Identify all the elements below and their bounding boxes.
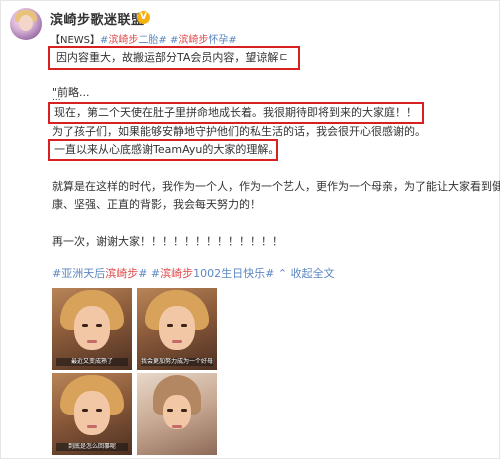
verified-icon: V <box>137 11 150 24</box>
highlight-box-angel: 现在，第二个天使在肚子里拼命地成长着。我很期待即将到来的大家庭！！ <box>48 102 424 124</box>
photo-mouth <box>87 425 97 428</box>
photo-eye <box>181 409 187 412</box>
tag-2-prefix: # <box>147 267 161 280</box>
avatar[interactable] <box>10 8 42 40</box>
topic-2-rest: 怀孕# <box>208 35 237 46</box>
photo-2[interactable]: 我会更加努力成为一个好母亲 <box>137 288 217 370</box>
collapse-full-text-link[interactable]: ⌃ 收起全文 <box>278 267 335 280</box>
photo-3[interactable]: 到底是怎么回事呢 <box>52 373 132 455</box>
photo-eye <box>96 409 102 412</box>
tags-line: #亚洲天后滨崎步# #滨崎步1002生日快乐# ⌃ 收起全文 <box>52 265 335 281</box>
tag-2-suffix: 1002生日快乐# <box>193 267 275 280</box>
photo-caption: 最近又变成熟了 <box>56 358 128 366</box>
paragraph-1-line-1: 就算是在这样的时代，我作为一个人，作为一个艺人，更作为一个母亲，为了能让大家看到… <box>52 180 500 193</box>
photo-eye <box>181 324 187 327</box>
user-name[interactable]: 滨崎步歌迷联盟 <box>50 9 145 28</box>
avatar-face <box>19 15 33 31</box>
news-line: 【NEWS】#滨崎步二胎# #滨崎步怀孕# <box>50 31 237 46</box>
paragraph-2: 再一次，谢谢大家！！！！！！！！！！！！！ <box>52 235 283 248</box>
photo-mouth <box>172 425 182 428</box>
photo-mouth <box>172 340 182 343</box>
paragraph-1-line-2: 康、坚强、正直的背影，我会每天努力的！ <box>52 198 261 211</box>
tag-1-prefix: #亚洲天后 <box>52 267 106 280</box>
photo-caption: 我会更加努力成为一个好母亲 <box>141 358 213 366</box>
tag-1-highlight: 滨崎步 <box>105 267 139 280</box>
photo-eye <box>167 324 173 327</box>
photo-face <box>159 306 195 350</box>
tag-link-2[interactable]: #滨崎步1002生日快乐# <box>147 267 274 280</box>
news-tag: 【NEWS】 <box>50 35 101 46</box>
photo-mouth <box>87 340 97 343</box>
photo-4[interactable] <box>137 373 217 455</box>
photo-face <box>163 395 191 429</box>
chevron-up-icon: ⌃ <box>277 267 288 280</box>
photo-caption: 到底是怎么回事呢 <box>56 443 128 451</box>
photo-face <box>74 306 110 350</box>
highlight-box-thanks: 一直以来从心底感谢TeamAyu的大家的理解。 <box>48 139 278 161</box>
photo-eye <box>96 324 102 327</box>
photo-eye <box>82 324 88 327</box>
children-line: 为了孩子们，如果能够安静地守护他们的私生活的话，我会很开心很感谢的。 <box>52 125 426 138</box>
topic-1-highlight: 滨崎步 <box>108 35 139 46</box>
photo-eye <box>82 409 88 412</box>
photo-1[interactable]: 最近又变成熟了 <box>52 288 132 370</box>
tag-link-1[interactable]: #亚洲天后滨崎步# <box>52 267 147 280</box>
topic-2-highlight: 滨崎步 <box>178 35 209 46</box>
tag-2-highlight: 滨崎步 <box>160 267 194 280</box>
highlight-box-notice: 因内容重大，故搬运部分TA会员内容，望谅解ㄷ <box>48 46 300 70</box>
photo-face <box>74 391 110 435</box>
collapse-label: 收起全文 <box>290 267 335 280</box>
topic-link-2[interactable]: #滨崎步怀孕# <box>167 35 237 46</box>
photo-eye <box>167 409 173 412</box>
topic-2-prefix: # <box>166 35 179 46</box>
topic-link-1[interactable]: #滨崎步二胎# <box>100 35 167 46</box>
topic-1-rest: 二胎# <box>138 35 167 46</box>
